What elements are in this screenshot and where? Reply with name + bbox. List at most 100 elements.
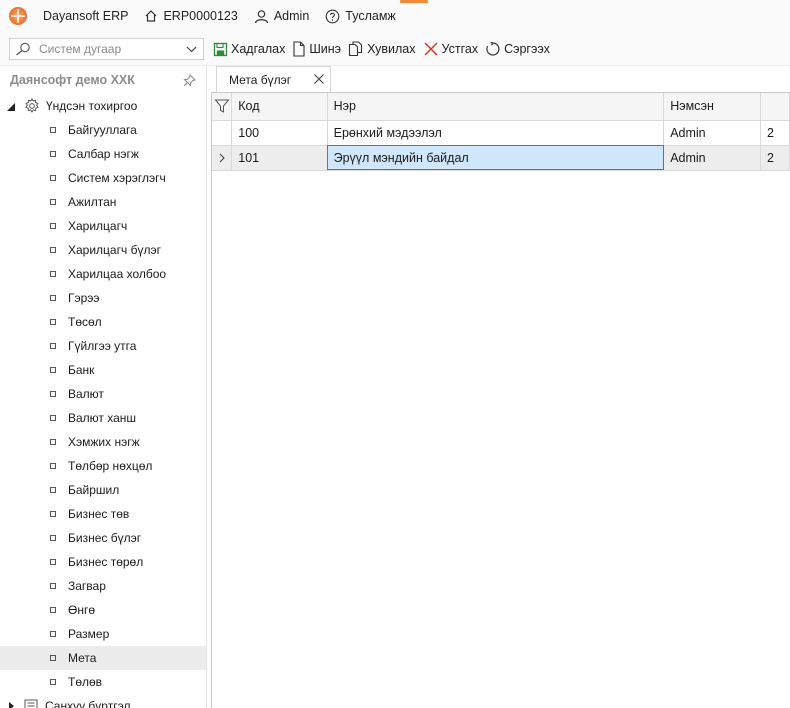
cell-extra[interactable]: 2 <box>760 145 790 171</box>
tree-root-main-settings[interactable]: Үндсэн тохиргоо <box>0 94 206 118</box>
refresh-icon <box>486 41 500 56</box>
document-tabstrip: Мета бүлэг <box>208 66 790 92</box>
sidebar-tree-item[interactable]: Банк <box>0 358 206 382</box>
sidebar-tree-item[interactable]: Валют ханш <box>0 406 206 430</box>
filter-icon[interactable] <box>214 98 230 114</box>
tree-bullet-icon <box>50 655 56 661</box>
title-bar: Dayansoft ERP ERP0000123 Admin Тусламж <box>0 0 790 32</box>
collapse-arrow-icon[interactable] <box>9 702 14 708</box>
tree-bullet-icon <box>50 583 56 589</box>
column-header-name[interactable]: Нэр <box>327 93 665 121</box>
toolbar-actions: Хадгалах Шинэ Хувилах Устгах Сэргээх <box>213 38 557 60</box>
sidebar-tree-item[interactable]: Өнгө <box>0 598 206 622</box>
sidebar-tree-item[interactable]: Гүйлгээ утга <box>0 334 206 358</box>
tree-bullet-icon <box>50 343 56 349</box>
sidebar-tree-item[interactable]: Байршил <box>0 478 206 502</box>
tree-bullet-icon <box>50 415 56 421</box>
tree-bullet-icon <box>50 319 56 325</box>
user-icon <box>254 9 268 23</box>
pin-icon[interactable] <box>183 73 196 87</box>
column-header-extra[interactable] <box>760 93 790 121</box>
refresh-label: Сэргээх <box>504 42 550 56</box>
sidebar-tree-item[interactable]: Төлбөр нөхцөл <box>0 454 206 478</box>
accent-mark <box>400 0 428 3</box>
sidebar-tree-item[interactable]: Гэрээ <box>0 286 206 310</box>
cell-added[interactable]: Admin <box>663 120 761 146</box>
app-name-label: Dayansoft ERP <box>43 9 129 23</box>
sidebar-tree-item-label: Өнгө <box>68 603 96 617</box>
tree-root-finance[interactable]: Санхүү бүртгэл <box>0 694 206 708</box>
copy-button[interactable]: Хувилах <box>348 41 416 57</box>
tab-label: Мета бүлэг <box>229 72 292 87</box>
table-row[interactable]: 100 Ерөнхий мэдээлэл Admin 2 <box>212 120 790 146</box>
sidebar-tree-item[interactable]: Харилцагч бүлэг <box>0 238 206 262</box>
close-icon[interactable] <box>312 72 326 86</box>
company-name: Даянсофт демо ХХК <box>10 73 135 87</box>
sidebar-tree-item[interactable]: Загвар <box>0 574 206 598</box>
row-indicator[interactable] <box>212 145 233 171</box>
sidebar-tree-item-label: Загвар <box>68 579 106 593</box>
sidebar-tree-item-label: Бизнес төв <box>68 507 130 521</box>
sidebar-tree-item[interactable]: Бизнес бүлэг <box>0 526 206 550</box>
sidebar-tree-item[interactable]: Валют <box>0 382 206 406</box>
tab-meta-group[interactable]: Мета бүлэг <box>216 66 331 92</box>
sidebar-tree-item-label: Валют ханш <box>68 411 137 425</box>
refresh-button[interactable]: Сэргээх <box>485 41 550 57</box>
tree-bullet-icon <box>50 391 56 397</box>
search-input[interactable] <box>39 42 179 56</box>
tree-bullet-icon <box>50 679 56 685</box>
sidebar-tree-item-label: Салбар нэгж <box>68 147 139 161</box>
tree-bullet-icon <box>50 127 56 133</box>
tree-bullet-icon <box>50 631 56 637</box>
sidebar-tree-item-label: Банк <box>68 363 95 377</box>
sidebar-tree-item-label: Байгууллага <box>68 123 137 137</box>
delete-button[interactable]: Устгах <box>423 41 478 57</box>
user-label: Admin <box>273 9 310 23</box>
cell-code[interactable]: 101 <box>231 145 328 171</box>
column-header-code[interactable]: Код <box>231 93 328 121</box>
save-icon <box>213 42 228 56</box>
tree-bullet-icon <box>50 175 56 181</box>
cell-added[interactable]: Admin <box>663 145 761 171</box>
save-button[interactable]: Хадгалах <box>213 42 285 57</box>
tree-bullet-icon <box>50 463 56 469</box>
sidebar-tree-item[interactable]: Төлөв <box>0 670 206 694</box>
new-button[interactable]: Шинэ <box>292 41 341 57</box>
search-icon <box>16 42 30 56</box>
cell-code[interactable]: 100 <box>231 120 328 146</box>
user-button[interactable]: Admin <box>254 9 309 24</box>
app-name: Dayansoft ERP <box>43 9 128 23</box>
sidebar-tree-item[interactable]: Хэмжих нэгж <box>0 430 206 454</box>
help-button[interactable]: Тусламж <box>325 9 396 24</box>
row-pointer-icon <box>219 153 225 163</box>
sidebar-tree-item[interactable]: Мета <box>0 646 206 670</box>
filter-header[interactable] <box>212 93 233 121</box>
row-indicator[interactable] <box>212 120 233 146</box>
sidebar-tree-item[interactable]: Харилцаа холбоо <box>0 262 206 286</box>
sidebar-tree-item[interactable]: Төсөл <box>0 310 206 334</box>
chevron-down-icon[interactable] <box>186 44 197 54</box>
sidebar-tree-item[interactable]: Ажилтан <box>0 190 206 214</box>
expand-arrow-icon[interactable] <box>7 103 15 111</box>
sidebar-tree-item[interactable]: Размер <box>0 622 206 646</box>
sidebar-tree-item[interactable]: Бизнес төрөл <box>0 550 206 574</box>
tree-bullet-icon <box>50 223 56 229</box>
cell-name[interactable]: Эрүүл мэндийн байдал <box>327 145 665 171</box>
home-button[interactable]: ERP0000123 <box>144 9 238 23</box>
system-number-search[interactable] <box>9 38 204 60</box>
sidebar-tree-item-label: Төлөв <box>68 675 103 689</box>
sidebar-tree-item[interactable]: Харилцагч <box>0 214 206 238</box>
cell-extra[interactable]: 2 <box>760 120 790 146</box>
sidebar-tree-item-label: Бизнес төрөл <box>68 555 144 569</box>
sidebar-tree-item[interactable]: Систем хэрэглэгч <box>0 166 206 190</box>
tree-root-label: Үндсэн тохиргоо <box>46 99 138 113</box>
table-row[interactable]: 101 Эрүүл мэндийн байдал Admin 2 <box>212 145 790 171</box>
tree-root-label: Санхүү бүртгэл <box>45 699 131 708</box>
sidebar-tree-item[interactable]: Салбар нэгж <box>0 142 206 166</box>
sidebar: Даянсофт демо ХХК Үндсэн тохиргоо Байгуу… <box>0 66 207 708</box>
sidebar-tree-item[interactable]: Бизнес төв <box>0 502 206 526</box>
cell-name[interactable]: Ерөнхий мэдээлэл <box>327 120 665 146</box>
column-header-added[interactable]: Нэмсэн <box>663 93 761 121</box>
delete-icon <box>424 42 437 56</box>
sidebar-tree-item[interactable]: Байгууллага <box>0 118 206 142</box>
